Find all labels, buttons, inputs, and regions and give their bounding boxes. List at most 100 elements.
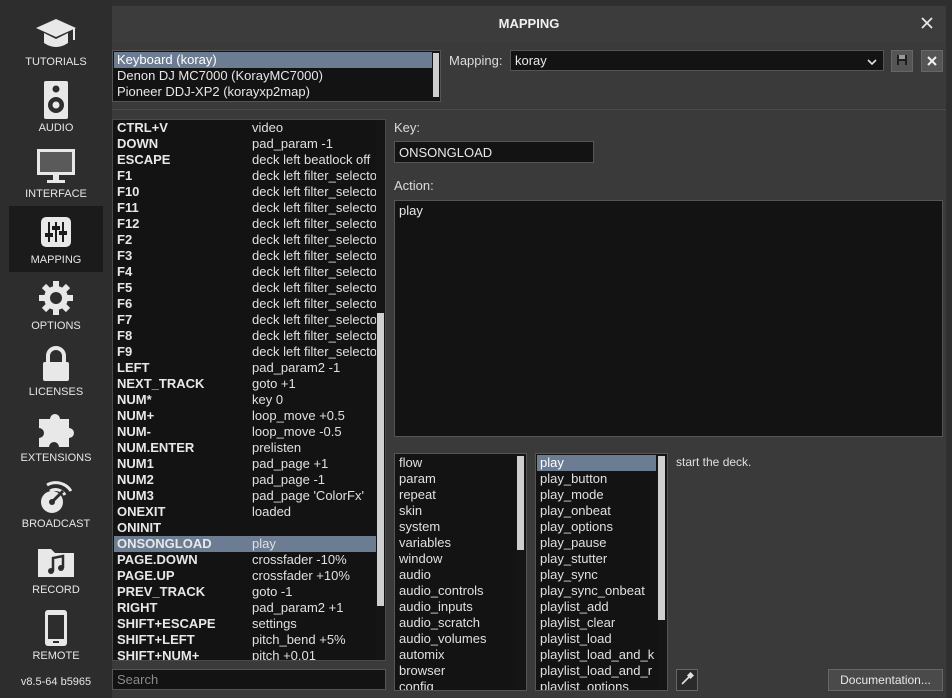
command-item[interactable]: play_button: [537, 471, 656, 487]
command-list[interactable]: playlist_options playlist_load_and_r playl…: [535, 453, 668, 691]
key-row[interactable]: F1 deck left filter_selector: [114, 168, 376, 184]
command-list-scroll-thumb[interactable]: [658, 456, 665, 620]
command-item[interactable]: play_stutter: [537, 551, 656, 567]
key-row[interactable]: F8 deck left filter_selector: [114, 328, 376, 344]
device-item[interactable]: Pioneer DDJ-XP2 (korayxp2map): [114, 84, 432, 100]
key-row[interactable]: F5 deck left filter_selector: [114, 280, 376, 296]
category-item[interactable]: audio_volumes: [396, 631, 515, 647]
category-item[interactable]: variables: [396, 535, 515, 551]
category-list-scroll-thumb[interactable]: [517, 456, 524, 550]
action-editor[interactable]: play: [394, 200, 943, 437]
device-list-scrollbar[interactable]: [432, 52, 440, 100]
key-row[interactable]: F2 deck left filter_selector: [114, 232, 376, 248]
nav-options[interactable]: OPTIONS: [9, 272, 103, 338]
key-action: loop_move +0.5: [252, 408, 345, 423]
command-item[interactable]: play_sync_onbeat: [537, 583, 656, 599]
command-item[interactable]: playlist_load_and_r: [537, 663, 656, 679]
key-row[interactable]: NUM3 pad_page 'ColorFx': [114, 488, 376, 504]
command-item[interactable]: play_onbeat: [537, 503, 656, 519]
category-item[interactable]: audio_inputs: [396, 599, 515, 615]
key-row[interactable]: F11 deck left filter_selector: [114, 200, 376, 216]
save-button[interactable]: [891, 50, 913, 72]
key-list-scroll-thumb[interactable]: [377, 313, 384, 606]
key-row[interactable]: NUM* key 0: [114, 392, 376, 408]
category-item[interactable]: skin: [396, 503, 515, 519]
nav-licenses[interactable]: LICENSES: [9, 338, 103, 404]
close-icon[interactable]: [920, 13, 936, 33]
key-row[interactable]: CTRL+V video: [114, 120, 376, 136]
key-row[interactable]: NUM.ENTER prelisten: [114, 440, 376, 456]
key-row[interactable]: F3 deck left filter_selector: [114, 248, 376, 264]
key-list-scrollbar[interactable]: [376, 120, 385, 660]
key-row[interactable]: NUM-loop_move -0.5: [114, 424, 376, 440]
device-item[interactable]: Denon DJ MC7000 (KorayMC7000): [114, 68, 432, 84]
search-box[interactable]: [112, 669, 386, 690]
command-item[interactable]: playlist_add: [537, 599, 656, 615]
key-row[interactable]: F9 deck left filter_selector: [114, 344, 376, 360]
key-row[interactable]: LEFT pad_param2 -1: [114, 360, 376, 376]
device-list[interactable]: Keyboard (koray) Denon DJ MC7000 (KorayM…: [112, 50, 441, 102]
command-item[interactable]: playlist_load_and_k: [537, 647, 656, 663]
command-item[interactable]: playlist_options: [537, 679, 656, 690]
category-list[interactable]: config browser automix audio_volumes audio_s…: [394, 453, 527, 691]
key-row[interactable]: SHIFT+ESCAPE settings: [114, 616, 376, 632]
command-item[interactable]: playlist_load: [537, 631, 656, 647]
picker-button[interactable]: [676, 669, 698, 691]
category-item[interactable]: param: [396, 471, 515, 487]
delete-mapping-button[interactable]: [921, 50, 943, 72]
device-list-scroll-thumb[interactable]: [433, 53, 439, 97]
command-item[interactable]: play_options: [537, 519, 656, 535]
key-row[interactable]: RIGHT pad_param2 +1: [114, 600, 376, 616]
category-item[interactable]: browser: [396, 663, 515, 679]
key-row[interactable]: PAGE.DOWN crossfader -10%: [114, 552, 376, 568]
key-row[interactable]: DOWN pad_param -1: [114, 136, 376, 152]
nav-mapping[interactable]: MAPPING: [9, 206, 103, 272]
key-row[interactable]: F6 deck left filter_selector: [114, 296, 376, 312]
category-list-scrollbar[interactable]: [516, 454, 525, 690]
nav-record[interactable]: RECORD: [9, 536, 103, 602]
device-item[interactable]: Keyboard (koray): [114, 52, 432, 68]
category-item[interactable]: audio_controls: [396, 583, 515, 599]
key-row[interactable]: ESCAPE deck left beatlock off: [114, 152, 376, 168]
command-item[interactable]: play: [537, 455, 656, 471]
key-row[interactable]: PREV_TRACK goto -1: [114, 584, 376, 600]
key-row[interactable]: NEXT_TRACK goto +1: [114, 376, 376, 392]
category-item[interactable]: system: [396, 519, 515, 535]
command-list-scrollbar[interactable]: [657, 454, 666, 690]
key-row[interactable]: F12 deck left filter_selector: [114, 216, 376, 232]
nav-interface[interactable]: INTERFACE: [9, 140, 103, 206]
category-item[interactable]: window: [396, 551, 515, 567]
category-item[interactable]: flow: [396, 455, 515, 471]
key-field[interactable]: ONSONGLOAD: [394, 141, 594, 163]
nav-audio[interactable]: AUDIO: [9, 74, 103, 140]
key-row[interactable]: ONINIT: [114, 520, 376, 536]
category-item[interactable]: repeat: [396, 487, 515, 503]
nav-extensions[interactable]: EXTENSIONS: [9, 404, 103, 470]
key-row[interactable]: SHIFT+NUM+ pitch +0.01: [114, 648, 376, 660]
nav-tutorials[interactable]: TUTORIALS: [9, 8, 103, 74]
category-item[interactable]: audio_scratch: [396, 615, 515, 631]
command-item[interactable]: play_pause: [537, 535, 656, 551]
key-row[interactable]: ONEXIT loaded: [114, 504, 376, 520]
key-row[interactable]: SHIFT+LEFT pitch_bend +5%: [114, 632, 376, 648]
command-item[interactable]: playlist_clear: [537, 615, 656, 631]
key-row[interactable]: PAGE.UP crossfader +10%: [114, 568, 376, 584]
nav-broadcast[interactable]: BROADCAST: [9, 470, 103, 536]
documentation-button[interactable]: Documentation...: [828, 669, 943, 691]
nav-remote[interactable]: REMOTE: [9, 602, 103, 668]
key-list[interactable]: SHIFT+NUM+ pitch +0.01 SHIFT+LEFT pitch_ben…: [112, 119, 386, 661]
key-row[interactable]: F4 deck left filter_selector: [114, 264, 376, 280]
category-item[interactable]: config: [396, 679, 515, 690]
command-item[interactable]: play_mode: [537, 487, 656, 503]
key-row[interactable]: NUM+ loop_move +0.5: [114, 408, 376, 424]
key-row[interactable]: NUM1 pad_page +1: [114, 456, 376, 472]
command-item[interactable]: play_sync: [537, 567, 656, 583]
key-row[interactable]: ONSONGLOAD play: [114, 536, 376, 552]
mapping-select[interactable]: koray: [510, 50, 884, 71]
category-item[interactable]: audio: [396, 567, 515, 583]
key-row[interactable]: F10 deck left filter_selector: [114, 184, 376, 200]
key-row[interactable]: F7 deck left filter_selector: [114, 312, 376, 328]
key-row[interactable]: NUM2 pad_page -1: [114, 472, 376, 488]
category-item[interactable]: automix: [396, 647, 515, 663]
search-input[interactable]: [113, 670, 385, 689]
